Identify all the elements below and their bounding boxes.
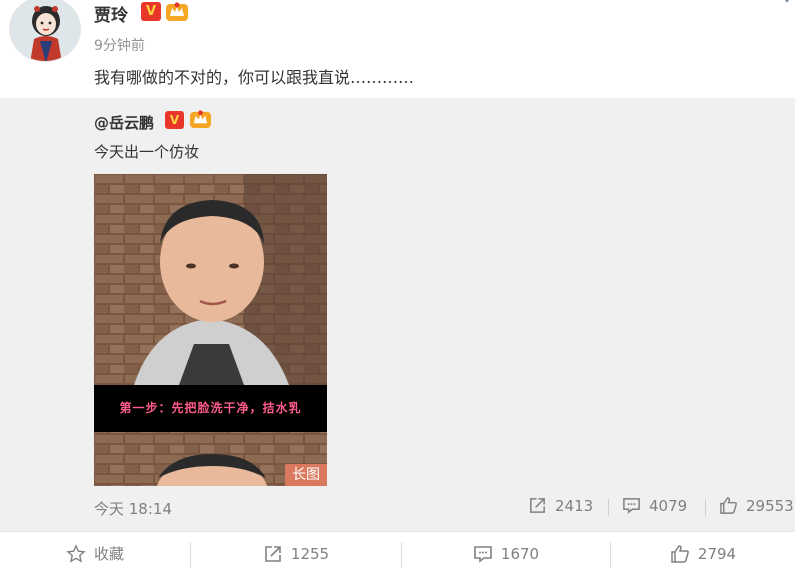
repost-time[interactable]: 今天 18:14	[94, 498, 172, 519]
verified-icon: V	[141, 2, 161, 21]
image-caption: 第一步：先把脸洗干净，拮水乳	[119, 401, 302, 415]
author-name[interactable]: 贾玲	[94, 1, 128, 26]
original-post-text: 今天出一个仿妆	[94, 143, 200, 161]
post-header: 贾玲 V 9分钟前 我有哪做的不对的，你可以跟我直说…………	[0, 0, 795, 98]
comment-icon	[623, 498, 640, 514]
post-time[interactable]: 9分钟前	[94, 35, 145, 55]
like-count-button[interactable]: 29553	[719, 496, 794, 515]
favorite-label: 收藏	[93, 545, 124, 563]
vip-crown-icon	[166, 2, 188, 21]
chevron-down-icon[interactable]	[782, 0, 792, 4]
repost-button[interactable]: 1255	[191, 532, 401, 574]
vip-crown-icon	[190, 110, 211, 129]
comment-button-count: 1670	[500, 544, 540, 563]
comment-count-button[interactable]: 4079	[622, 496, 687, 515]
repost-icon	[265, 545, 281, 562]
like-button[interactable]: 2794	[611, 532, 795, 574]
long-image-thumbnail[interactable]: 第一步：先把脸洗干净，拮水乳 长图	[94, 174, 327, 486]
like-button-count: 2794	[697, 544, 737, 563]
post-text: 我有哪做的不对的，你可以跟我直说…………	[94, 68, 415, 87]
divider	[705, 499, 706, 516]
repost-button-count: 1255	[290, 544, 330, 563]
avatar-illustration	[10, 0, 80, 61]
comment-count: 4079	[649, 496, 688, 515]
repost-count: 2413	[555, 496, 594, 515]
photo-content	[94, 174, 327, 486]
favorite-button[interactable]: 收藏	[0, 532, 190, 574]
verified-icon: V	[165, 111, 184, 129]
repost-container: @岳云鹏 V 今天出一个仿妆 第一步：先把脸洗干净，拮水乳 长图 今天 18:1…	[0, 98, 795, 531]
repost-count-button[interactable]: 2413	[528, 496, 593, 515]
divider	[608, 499, 609, 516]
image-caption-bar: 第一步：先把脸洗干净，拮水乳	[94, 385, 327, 432]
comment-button[interactable]: 1670	[402, 532, 610, 574]
repost-icon	[530, 498, 545, 513]
like-count: 29553	[746, 496, 794, 515]
long-image-tag: 长图	[285, 464, 327, 486]
original-author-name[interactable]: @岳云鹏	[94, 112, 154, 133]
thumbs-up-icon	[671, 544, 689, 563]
comment-icon	[474, 545, 492, 563]
author-avatar[interactable]	[9, 0, 81, 62]
star-icon	[66, 543, 86, 563]
action-bar: 收藏 1255 1670 2794	[0, 531, 795, 574]
repost-meta-row: 今天 18:14 2413 4079 29553	[0, 496, 795, 520]
thumbs-up-icon	[720, 497, 737, 514]
